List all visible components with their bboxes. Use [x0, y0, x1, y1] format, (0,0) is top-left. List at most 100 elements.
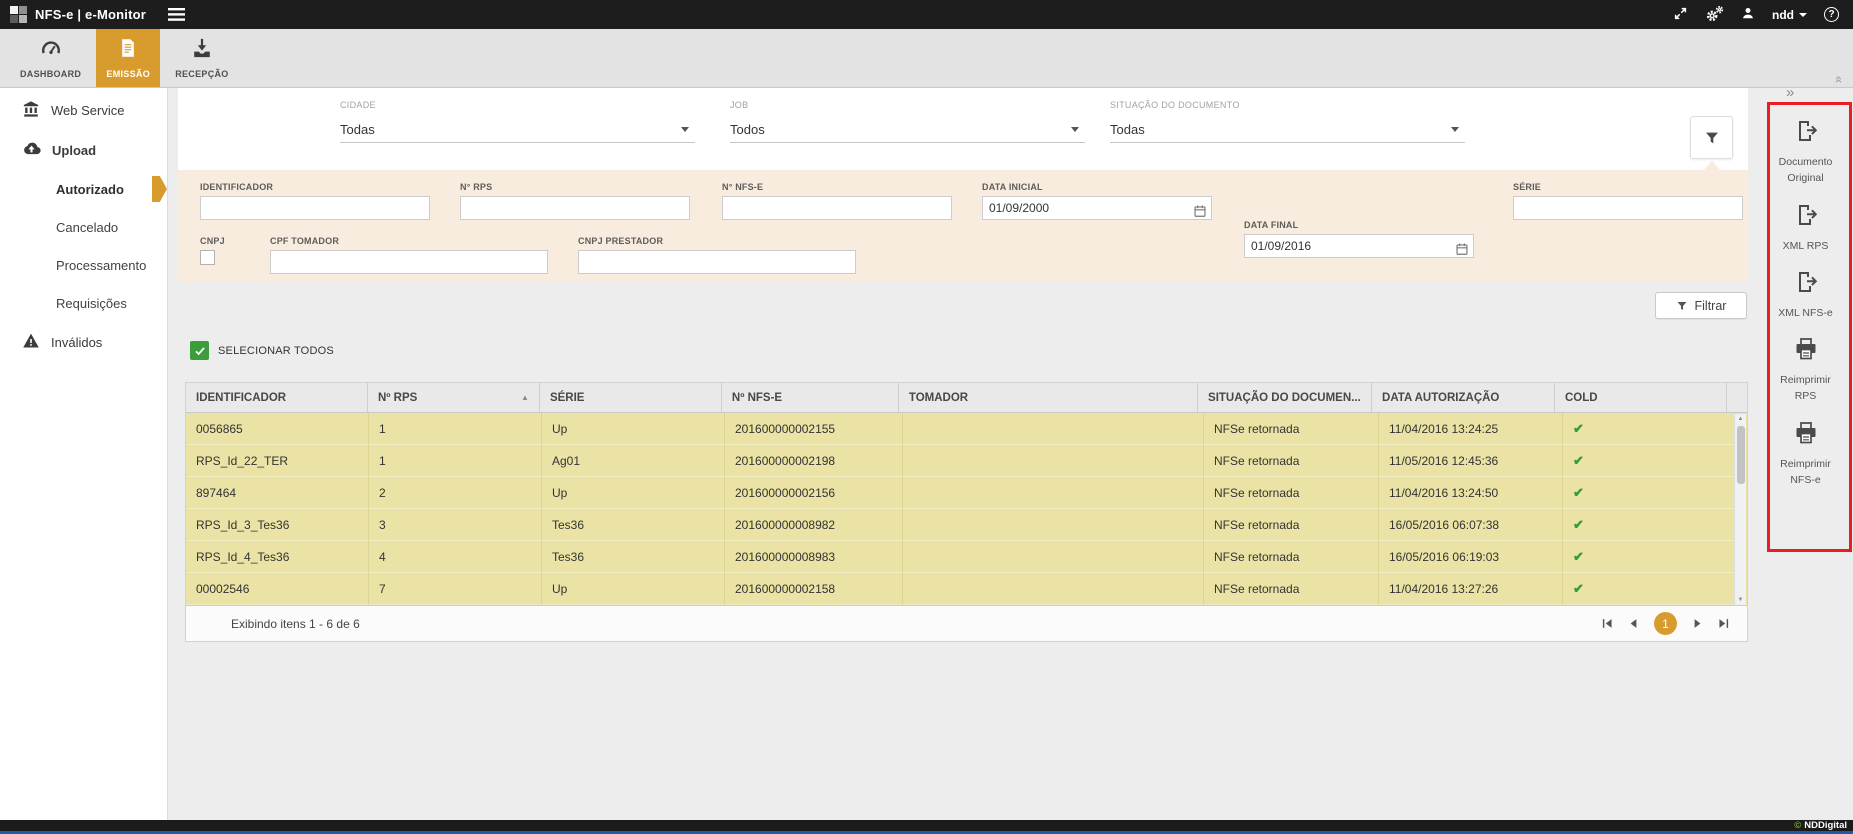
filter-panel-notch: [1704, 160, 1720, 170]
scroll-down-icon[interactable]: ▼: [1738, 595, 1744, 605]
field-n-nfse: N° NFS-E: [722, 182, 952, 220]
column-tomador[interactable]: TOMADOR: [899, 383, 1198, 412]
cnpj-checkbox[interactable]: [200, 250, 215, 265]
cell-serie: Tes36: [542, 509, 725, 541]
menu-icon[interactable]: [168, 8, 185, 21]
table-header: IDENTIFICADOR Nº RPS▲ SÉRIE Nº NFS-E TOM…: [186, 383, 1747, 413]
field-n-rps: N° RPS: [460, 182, 690, 220]
action-reimprimir-nfse[interactable]: Reimprimir NFS-e: [1769, 420, 1843, 489]
field-data-final: DATA FINAL: [1244, 220, 1474, 258]
sidebar-item-web-service[interactable]: Web Service: [0, 90, 167, 130]
cell-identificador: RPS_Id_3_Tes36: [186, 509, 369, 541]
collapse-panel-icon[interactable]: »: [1786, 84, 1794, 101]
copyright-text: NDDigital: [1804, 820, 1847, 831]
cell-cold: ✔: [1563, 541, 1736, 573]
cell-n_nfse: 201600000008983: [725, 541, 903, 573]
column-identificador[interactable]: IDENTIFICADOR: [186, 383, 368, 412]
check-icon: ✔: [1573, 549, 1584, 565]
filter-situacao-select[interactable]: SITUAÇÃO DO DOCUMENTO Todas: [1110, 100, 1465, 143]
first-page-button[interactable]: [1600, 617, 1613, 630]
check-icon: ✔: [1573, 517, 1584, 533]
last-page-button[interactable]: [1718, 617, 1731, 630]
sidebar-item-cancelado[interactable]: Cancelado: [0, 208, 167, 246]
column-serie[interactable]: SÉRIE: [540, 383, 722, 412]
cpf-tomador-input[interactable]: [270, 250, 548, 274]
filter-job-value: Todos: [730, 122, 1071, 137]
data-final-input[interactable]: [1244, 234, 1474, 258]
table-row[interactable]: RPS_Id_22_TER1Ag01201600000002198NFSe re…: [186, 445, 1747, 477]
sidebar-item-autorizado[interactable]: Autorizado: [0, 170, 167, 208]
user-menu[interactable]: ndd: [1772, 8, 1807, 22]
sidebar-item-upload[interactable]: Upload: [0, 130, 167, 170]
column-n-rps[interactable]: Nº RPS▲: [368, 383, 540, 412]
download-tray-icon: [191, 37, 213, 64]
cnpj-prestador-input[interactable]: [578, 250, 856, 274]
sidebar-item-processamento[interactable]: Processamento: [0, 246, 167, 284]
cell-serie: Ag01: [542, 445, 725, 477]
warning-triangle-icon: [22, 332, 40, 353]
filtrar-button[interactable]: Filtrar: [1655, 292, 1747, 319]
cell-serie: Up: [542, 413, 725, 445]
data-inicial-input[interactable]: [982, 196, 1212, 220]
table-row[interactable]: 000025467Up201600000002158NFSe retornada…: [186, 573, 1747, 605]
table-row[interactable]: 00568651Up201600000002155NFSe retornada1…: [186, 413, 1747, 445]
identificador-input[interactable]: [200, 196, 430, 220]
filter-situacao-label: SITUAÇÃO DO DOCUMENTO: [1110, 100, 1465, 110]
table-row[interactable]: RPS_Id_4_Tes364Tes36201600000008983NFSe …: [186, 541, 1747, 573]
export-document-icon: [1793, 202, 1819, 233]
export-document-icon: [1793, 118, 1819, 149]
tab-emissao[interactable]: EMISSÃO: [96, 29, 160, 87]
cell-n_rps: 2: [369, 477, 542, 509]
actions-panel: Documento Original XML RPS XML NFS-e Rei…: [1758, 108, 1853, 488]
prev-page-button[interactable]: [1627, 617, 1640, 630]
cell-tomador: [903, 413, 1204, 445]
cell-serie: Tes36: [542, 541, 725, 573]
cell-identificador: 897464: [186, 477, 369, 509]
cell-data_autorizacao: 16/05/2016 06:07:38: [1379, 509, 1563, 541]
settings-gears-icon[interactable]: [1705, 5, 1724, 25]
cell-tomador: [903, 509, 1204, 541]
field-cnpj: CNPJ: [200, 236, 225, 265]
scroll-up-icon[interactable]: ▲: [1738, 414, 1744, 424]
table-scrollbar[interactable]: ▲ ▼: [1734, 414, 1746, 605]
field-serie: SÉRIE: [1513, 182, 1743, 220]
cell-cold: ✔: [1563, 509, 1736, 541]
serie-input[interactable]: [1513, 196, 1743, 220]
cell-situacao: NFSe retornada: [1204, 477, 1379, 509]
tab-dashboard[interactable]: DASHBOARD: [13, 29, 88, 87]
next-page-button[interactable]: [1691, 617, 1704, 630]
table-row[interactable]: 8974642Up201600000002156NFSe retornada11…: [186, 477, 1747, 509]
select-all-checkbox[interactable]: SELECIONAR TODOS: [190, 341, 334, 360]
filter-header-band: CIDADE Todas JOB Todos SITUAÇÃO DO DOCUM…: [178, 88, 1748, 170]
column-cold[interactable]: COLD: [1555, 383, 1727, 412]
toggle-filter-panel-button[interactable]: [1690, 116, 1733, 159]
cell-situacao: NFSe retornada: [1204, 573, 1379, 605]
action-xml-rps[interactable]: XML RPS: [1769, 202, 1843, 254]
column-situacao[interactable]: SITUAÇÃO DO DOCUMEN...: [1198, 383, 1372, 412]
action-reimprimir-rps[interactable]: Reimprimir RPS: [1769, 336, 1843, 405]
n-nfse-input[interactable]: [722, 196, 952, 220]
sidebar-item-requisicoes[interactable]: Requisições: [0, 284, 167, 322]
column-data-autorizacao[interactable]: DATA AUTORIZAÇÃO: [1372, 383, 1555, 412]
cell-cold: ✔: [1563, 413, 1736, 445]
action-xml-nfse[interactable]: XML NFS-e: [1769, 269, 1843, 321]
tab-recepcao[interactable]: RECEPÇÃO: [168, 29, 235, 87]
n-rps-input[interactable]: [460, 196, 690, 220]
sidebar-item-invalidos[interactable]: Inválidos: [0, 322, 167, 362]
current-page-badge[interactable]: 1: [1654, 612, 1677, 635]
user-icon[interactable]: [1741, 6, 1755, 23]
cloud-upload-icon: [22, 139, 41, 161]
ndd-logo-icon: [10, 6, 27, 23]
fullscreen-icon[interactable]: [1673, 6, 1688, 24]
cell-tomador: [903, 541, 1204, 573]
action-documento-original[interactable]: Documento Original: [1769, 118, 1843, 187]
cell-identificador: 0056865: [186, 413, 369, 445]
collapse-toolbar-icon[interactable]: »: [1831, 76, 1844, 83]
table-row[interactable]: RPS_Id_3_Tes363Tes36201600000008982NFSe …: [186, 509, 1747, 541]
filter-cidade-select[interactable]: CIDADE Todas: [340, 100, 695, 143]
scrollbar-thumb[interactable]: [1737, 426, 1745, 484]
column-n-nfse[interactable]: Nº NFS-E: [722, 383, 899, 412]
cell-cold: ✔: [1563, 573, 1736, 605]
filter-job-select[interactable]: JOB Todos: [730, 100, 1085, 143]
help-icon[interactable]: ?: [1824, 7, 1839, 22]
